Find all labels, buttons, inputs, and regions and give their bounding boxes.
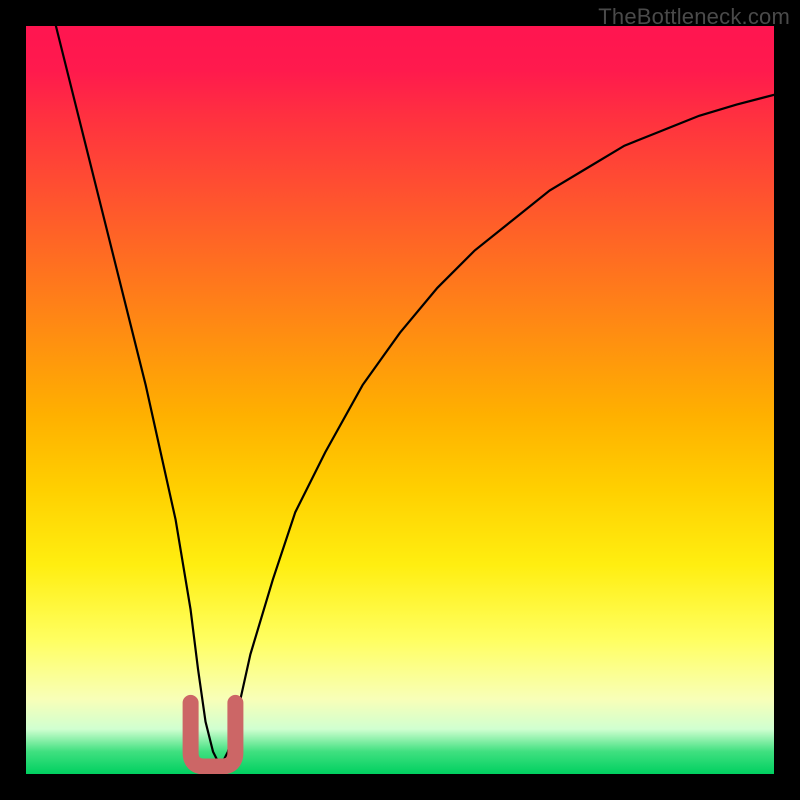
optimal-range-marker xyxy=(191,703,236,767)
bottleneck-curve xyxy=(56,26,774,767)
watermark-text: TheBottleneck.com xyxy=(598,4,790,30)
chart-overlay xyxy=(26,26,774,774)
